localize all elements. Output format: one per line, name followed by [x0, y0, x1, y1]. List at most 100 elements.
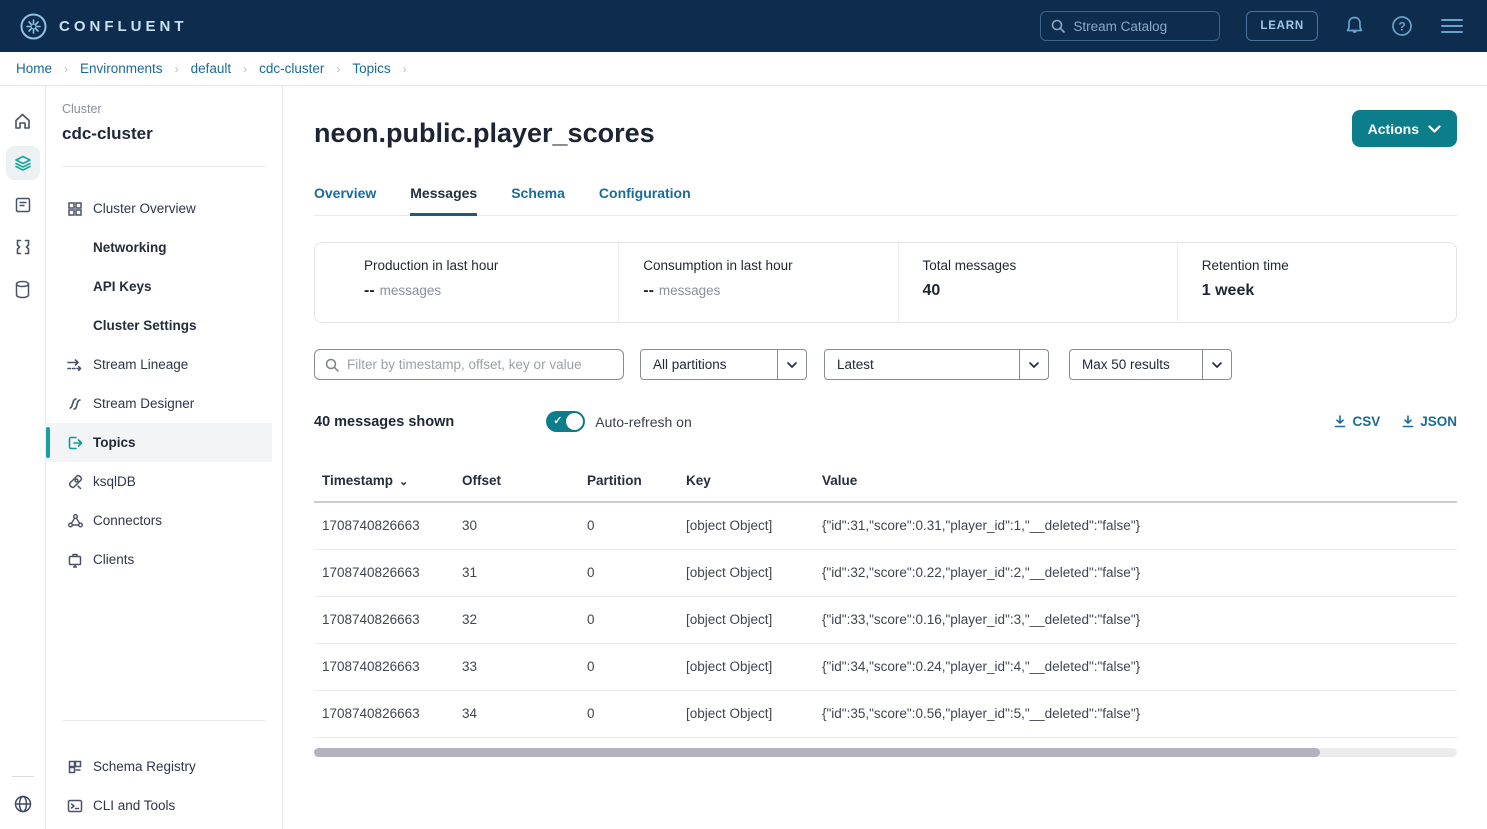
stat-consumption: Consumption in last hour --messages — [618, 243, 897, 322]
chevron-down-icon — [1202, 350, 1231, 379]
globe-icon[interactable] — [6, 787, 40, 821]
tab-schema[interactable]: Schema — [511, 185, 565, 216]
help-icon[interactable]: ? — [1391, 15, 1413, 37]
cell-key: [object Object] — [678, 549, 814, 596]
result-limit-select-value: Max 50 results — [1070, 357, 1202, 372]
sidebar-item-label: Schema Registry — [93, 759, 196, 774]
cell-partition: 0 — [579, 690, 678, 737]
auto-refresh-toggle[interactable]: ✓ — [546, 411, 585, 432]
column-header-value[interactable]: Value — [814, 462, 1457, 502]
sidebar-divider — [62, 166, 266, 167]
table-row[interactable]: 1708740826663 33 0 [object Object] {"id"… — [314, 643, 1457, 690]
sidebar-item-label: Cluster Settings — [93, 318, 197, 333]
sidebar-item-ksqldb[interactable]: ksqlDB — [46, 462, 272, 501]
sidebar-item-label: Stream Lineage — [93, 357, 188, 372]
search-icon — [1051, 19, 1065, 33]
breadcrumb-default[interactable]: default — [191, 61, 232, 76]
message-filter-search[interactable] — [314, 349, 624, 380]
sidebar-item-label: CLI and Tools — [93, 798, 175, 813]
topic-stats-card: Production in last hour --messages Consu… — [314, 242, 1457, 323]
sort-chevron-down-icon: ⌄ — [399, 476, 408, 488]
tab-configuration[interactable]: Configuration — [599, 185, 691, 216]
breadcrumb-separator: › — [64, 62, 68, 76]
sidebar-item-cli-and-tools[interactable]: CLI and Tools — [46, 786, 272, 825]
download-csv-label: CSV — [1352, 414, 1380, 429]
svg-text:?: ? — [1398, 20, 1405, 34]
confluent-brand[interactable]: CONFLUENT — [20, 13, 188, 40]
auto-refresh-label: Auto-refresh on — [595, 414, 692, 430]
breadcrumb-topics[interactable]: Topics — [352, 61, 390, 76]
table-row[interactable]: 1708740826663 30 0 [object Object] {"id"… — [314, 502, 1457, 549]
result-limit-select[interactable]: Max 50 results — [1069, 349, 1232, 380]
horizontal-scrollbar[interactable] — [314, 748, 1457, 757]
column-header-key[interactable]: Key — [678, 462, 814, 502]
tab-overview[interactable]: Overview — [314, 185, 376, 216]
cell-timestamp: 1708740826663 — [314, 502, 454, 549]
column-header-offset[interactable]: Offset — [454, 462, 579, 502]
tab-messages[interactable]: Messages — [410, 185, 477, 216]
column-header-partition[interactable]: Partition — [579, 462, 678, 502]
stat-suffix: messages — [380, 283, 442, 298]
designer-icon — [66, 396, 84, 412]
sidebar-item-networking[interactable]: Networking — [46, 228, 272, 267]
message-filters: All partitions Latest Max 50 results — [314, 349, 1457, 380]
cell-timestamp: 1708740826663 — [314, 690, 454, 737]
chevron-down-icon — [1428, 125, 1441, 133]
table-row[interactable]: 1708740826663 31 0 [object Object] {"id"… — [314, 549, 1457, 596]
breadcrumb-home[interactable]: Home — [16, 61, 52, 76]
flow-icon[interactable] — [6, 230, 40, 264]
sidebar-item-cluster-settings[interactable]: Cluster Settings — [46, 306, 272, 345]
hamburger-menu-icon[interactable] — [1439, 17, 1465, 35]
home-icon[interactable] — [6, 104, 40, 138]
table-header-row: Timestamp⌄ Offset Partition Key Value — [314, 462, 1457, 502]
sidebar-item-stream-lineage[interactable]: Stream Lineage — [46, 345, 272, 384]
actions-button-label: Actions — [1368, 121, 1419, 137]
bell-icon[interactable] — [1344, 15, 1365, 37]
sidebar-item-stream-designer[interactable]: Stream Designer — [46, 384, 272, 423]
database-icon[interactable] — [6, 272, 40, 306]
breadcrumb: Home › Environments › default › cdc-clus… — [0, 52, 1487, 86]
sidebar-item-label: Clients — [93, 552, 134, 567]
sidebar-item-label: Stream Designer — [93, 396, 194, 411]
sidebar-item-clients[interactable]: Clients — [46, 540, 272, 579]
cell-timestamp: 1708740826663 — [314, 596, 454, 643]
table-row[interactable]: 1708740826663 34 0 [object Object] {"id"… — [314, 690, 1457, 737]
stat-value: 1 week — [1202, 282, 1254, 299]
download-json-link[interactable]: JSON — [1402, 414, 1457, 429]
stat-production: Production in last hour --messages — [315, 243, 618, 322]
sidebar-item-label: Networking — [93, 240, 167, 255]
sidebar-item-cluster-overview[interactable]: Cluster Overview — [46, 189, 272, 228]
column-header-timestamp[interactable]: Timestamp⌄ — [314, 462, 454, 502]
sidebar-item-api-keys[interactable]: API Keys — [46, 267, 272, 306]
breadcrumb-cdc-cluster[interactable]: cdc-cluster — [259, 61, 324, 76]
partition-select[interactable]: All partitions — [640, 349, 807, 380]
breadcrumb-separator: › — [403, 62, 407, 76]
horizontal-scrollbar-thumb[interactable] — [314, 748, 1320, 757]
stat-retention-time: Retention time 1 week — [1177, 243, 1456, 322]
learn-button[interactable]: LEARN — [1246, 11, 1318, 41]
sidebar-item-topics[interactable]: Topics — [46, 423, 272, 462]
terminal-icon — [66, 799, 84, 813]
message-filter-input[interactable] — [347, 357, 613, 372]
sidebar-item-schema-registry[interactable]: Schema Registry — [46, 747, 272, 786]
column-header-label: Key — [686, 473, 711, 488]
offset-select[interactable]: Latest — [824, 349, 1049, 380]
stat-value: -- — [643, 282, 654, 299]
stream-catalog-search[interactable] — [1040, 11, 1220, 41]
breadcrumb-environments[interactable]: Environments — [80, 61, 163, 76]
topics-icon — [66, 435, 84, 451]
cell-key: [object Object] — [678, 643, 814, 690]
stream-catalog-input[interactable] — [1073, 19, 1209, 34]
download-csv-link[interactable]: CSV — [1334, 414, 1380, 429]
cell-value: {"id":32,"score":0.22,"player_id":2,"__d… — [814, 549, 1457, 596]
notes-icon[interactable] — [6, 188, 40, 222]
cell-offset: 31 — [454, 549, 579, 596]
stat-label: Retention time — [1202, 258, 1446, 273]
actions-button[interactable]: Actions — [1352, 110, 1457, 147]
icon-rail — [0, 86, 46, 829]
stack-icon[interactable] — [6, 146, 40, 180]
sidebar-item-connectors[interactable]: Connectors — [46, 501, 272, 540]
table-row[interactable]: 1708740826663 32 0 [object Object] {"id"… — [314, 596, 1457, 643]
cell-timestamp: 1708740826663 — [314, 549, 454, 596]
cell-offset: 33 — [454, 643, 579, 690]
